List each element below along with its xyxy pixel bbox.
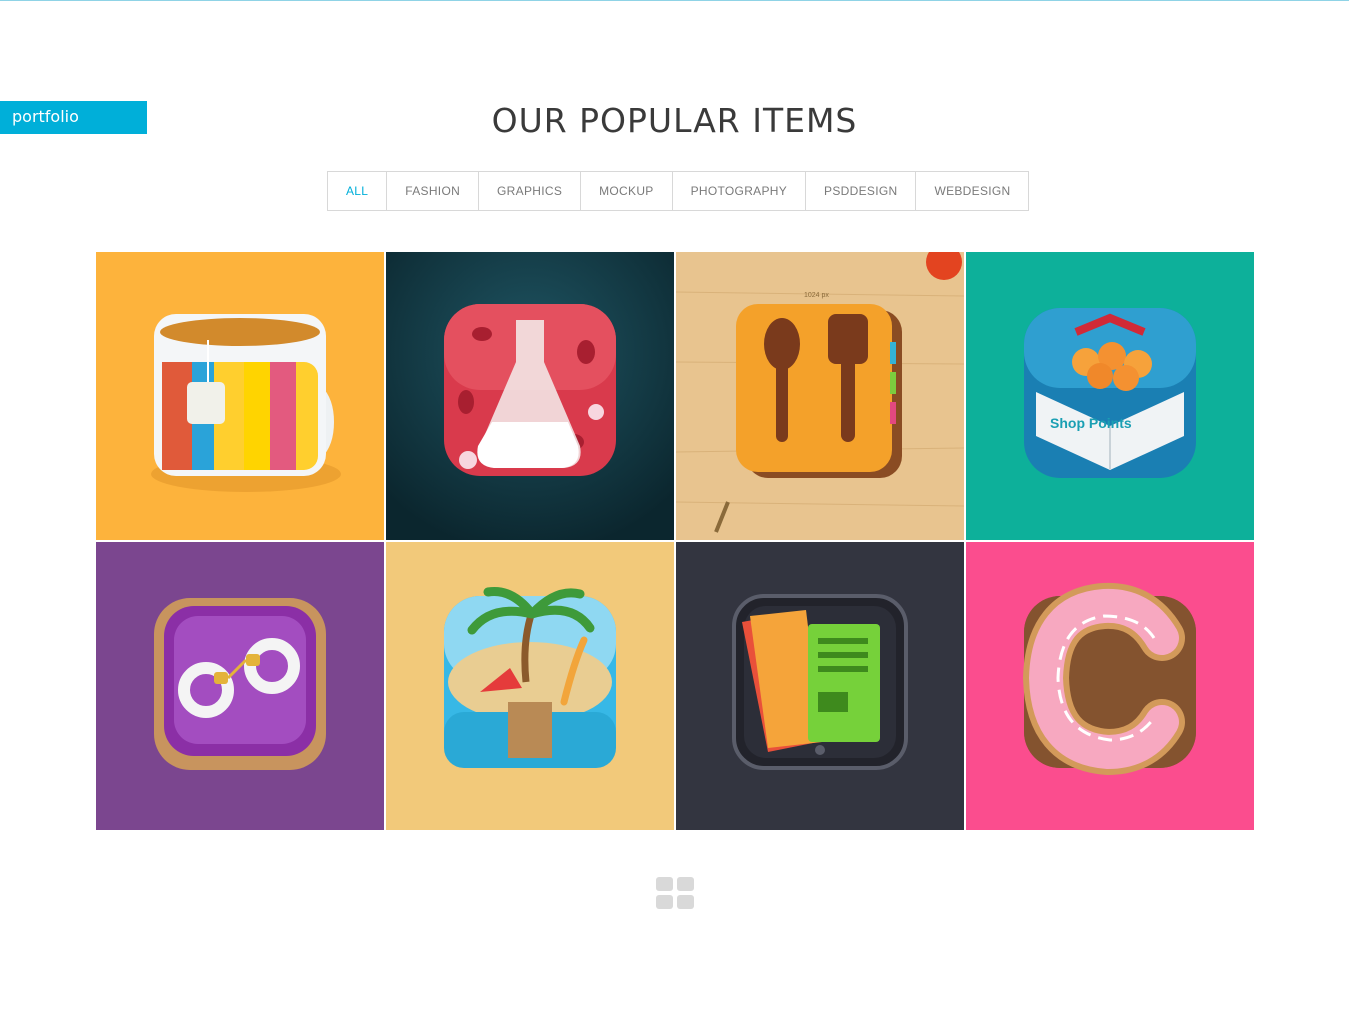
shop-points-label: Shop Points	[1050, 415, 1132, 431]
filter-graphics[interactable]: GRAPHICS	[479, 172, 582, 210]
portfolio-item[interactable]	[386, 542, 674, 830]
filter-bar: ALL FASHION GRAPHICS MOCKUP PHOTOGRAPHY …	[327, 171, 1030, 211]
portfolio-item[interactable]	[676, 542, 964, 830]
portfolio-item[interactable]: 1024 px	[676, 252, 964, 540]
grid-view-icon[interactable]	[656, 877, 694, 909]
pillow-handcuffs-icon	[96, 542, 384, 830]
portfolio-item[interactable]	[96, 542, 384, 830]
portfolio-item[interactable]: Shop Points	[966, 252, 1254, 540]
lab-flask-icon	[386, 252, 674, 540]
donut-c-icon	[966, 542, 1254, 830]
portfolio-item[interactable]	[966, 542, 1254, 830]
filter-mockup[interactable]: MOCKUP	[581, 172, 673, 210]
book-dimension-label: 1024 px	[804, 292, 829, 299]
shop-points-gift-box-icon: Shop Points	[966, 252, 1254, 540]
portfolio-grid: 1024 px Shop Points	[96, 252, 1254, 830]
filter-photography[interactable]: PHOTOGRAPHY	[673, 172, 807, 210]
newsstand-icon	[676, 542, 964, 830]
portfolio-item[interactable]	[386, 252, 674, 540]
beach-island-icon	[386, 542, 674, 830]
filter-webdesign[interactable]: WEBDESIGN	[916, 172, 1028, 210]
filter-psddesign[interactable]: PSDDESIGN	[806, 172, 917, 210]
page-title: OUR POPULAR ITEMS	[491, 101, 858, 140]
filter-fashion[interactable]: FASHION	[387, 172, 480, 210]
tea-mug-icon	[96, 252, 384, 540]
filter-all[interactable]: ALL	[328, 172, 388, 210]
recipe-book-icon: 1024 px	[676, 252, 964, 540]
portfolio-item[interactable]	[96, 252, 384, 540]
